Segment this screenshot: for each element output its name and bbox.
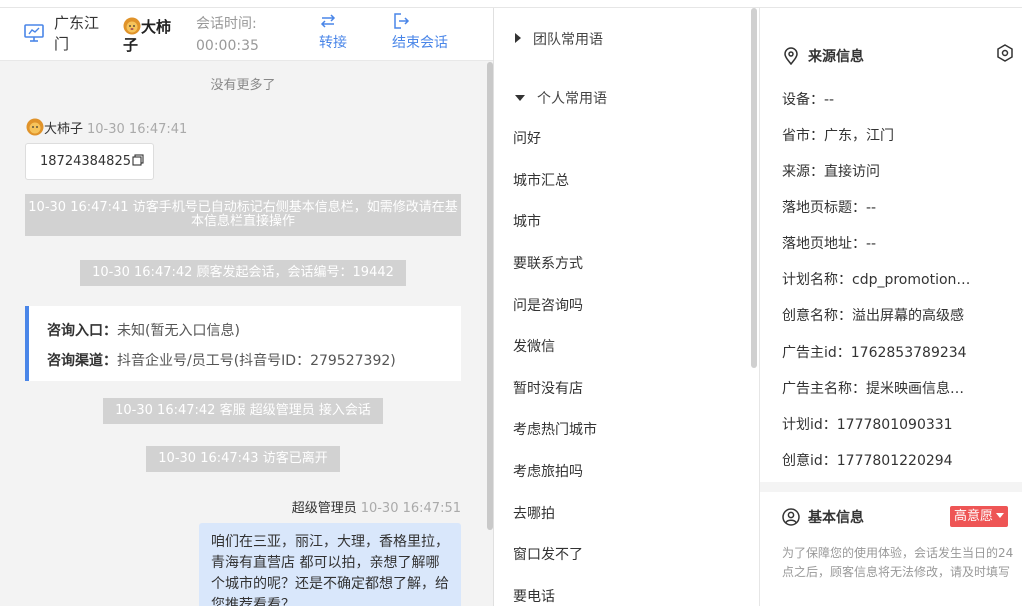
source-info-row: 创意名称：溢出屏幕的高级感	[782, 308, 964, 324]
entry-value: 未知(暂无入口信息)	[117, 323, 240, 339]
phrase-item[interactable]: 考虑旅拍吗	[513, 461, 583, 481]
phrase-item[interactable]: 考虑热门城市	[513, 419, 597, 439]
source-info-row: 计划名称：cdp_promotion_ad	[782, 272, 972, 288]
intent-level-label: 高意愿	[954, 509, 994, 524]
entry-label: 咨询入口：	[47, 323, 117, 339]
source-info-title: 来源信息	[782, 46, 864, 66]
basic-info-title-text: 基本信息	[808, 510, 864, 526]
agent-message-bubble: 咱们在三亚，丽江，大理，香格里拉，青海有直营店 都可以拍，亲想了解哪个城市的呢？…	[199, 523, 461, 606]
phrase-item[interactable]: 问是咨询吗	[513, 295, 583, 315]
system-message-row: 10-30 16:47:43 访客已离开	[0, 446, 486, 472]
personal-phrases-label: 个人常用语	[537, 91, 607, 107]
transfer-label: 转接	[319, 35, 347, 51]
channel-value: 抖音企业号/员工号(抖音号ID：279527392)	[117, 353, 396, 369]
end-session-button[interactable]: 结束会话	[392, 12, 448, 54]
source-info-row: 创意id：1777801220294	[782, 453, 953, 469]
entry-info-card: 咨询入口：未知(暂无入口信息) 咨询渠道：抖音企业号/员工号(抖音号ID：279…	[25, 306, 461, 381]
agent-message-time: 10-30 16:47:51	[360, 501, 461, 516]
system-message-session-start: 10-30 16:47:42 顾客发起会话，会话编号：19442	[80, 260, 406, 286]
source-info-row: 落地页地址：--	[782, 236, 877, 252]
session-time-value: 00:00:35	[196, 38, 259, 54]
dropdown-arrow-icon	[996, 513, 1005, 518]
channel-label: 咨询渠道：	[47, 353, 117, 369]
source-info-row: 广告主名称：提米映画信息技术	[782, 381, 972, 397]
message-list[interactable]: 没有更多了 大柿子 10-30 16:47:41 18724384825 10-3…	[0, 62, 493, 606]
chat-scrollbar[interactable]	[487, 62, 493, 530]
visitor-message-meta: 大柿子 10-30 16:47:41	[26, 118, 187, 137]
lion-avatar-icon	[123, 17, 141, 35]
monitor-icon	[24, 24, 44, 42]
phrase-item[interactable]: 窗口发不了	[513, 544, 583, 564]
channel-row: 咨询渠道：抖音企业号/员工号(抖音号ID：279527392)	[47, 346, 461, 376]
source-info-title-text: 来源信息	[808, 49, 864, 65]
system-message-row: 10-30 16:47:42 客服 超级管理员 接入会话	[0, 398, 486, 424]
visitor-info-panel: 来源信息 设备：-- 省市：广东，江门 来源：直接访问 落地页标题：-- 落地页…	[760, 8, 1022, 606]
source-info-row: 落地页标题：--	[782, 200, 877, 216]
copy-icon[interactable]	[132, 154, 144, 166]
system-message-auto-mark: 10-30 16:47:41 访客手机号已自动标记右侧基本信息栏，如需修改请在基…	[25, 194, 461, 236]
system-message-visitor-left: 10-30 16:47:43 访客已离开	[146, 446, 340, 472]
visitor-name: 大柿子	[123, 17, 183, 54]
chat-panel: 广东江门 大柿子 会话时间: 00:00:35 转接 结束会话 没有更多了 大柿…	[0, 8, 494, 606]
source-info-row: 计划id：1777801090331	[782, 417, 953, 433]
basic-info-note: 为了保障您的使用体验，会话发生当日的24点之后，顾客信息将无法修改，请及时填写	[782, 546, 1014, 579]
lion-avatar-icon	[26, 118, 44, 136]
phrase-item[interactable]: 问好	[513, 128, 541, 148]
phone-number: 18724384825	[40, 154, 131, 169]
source-info-row: 广告主id：1762853789234	[782, 345, 967, 361]
team-phrases-group[interactable]: 团队常用语	[515, 29, 603, 49]
top-bar	[0, 0, 1022, 8]
location-pin-icon	[784, 47, 798, 66]
eye-icon[interactable]	[996, 44, 1014, 62]
caret-right-icon	[515, 33, 521, 43]
phrase-item[interactable]: 发微信	[513, 336, 555, 356]
system-message-row: 10-30 16:47:42 顾客发起会话，会话编号：19442	[0, 260, 486, 286]
chat-header: 广东江门 大柿子 会话时间: 00:00:35 转接 结束会话	[0, 8, 493, 61]
logout-icon	[394, 13, 410, 29]
basic-info-title: 基本信息	[782, 507, 864, 527]
end-session-label: 结束会话	[392, 35, 448, 51]
system-message-agent-join: 10-30 16:47:42 客服 超级管理员 接入会话	[103, 398, 383, 424]
personal-phrases-group[interactable]: 个人常用语	[515, 88, 607, 108]
section-divider	[760, 482, 1022, 492]
caret-down-icon	[515, 95, 525, 101]
transfer-icon	[320, 14, 336, 28]
phrase-item[interactable]: 要联系方式	[513, 253, 583, 273]
source-info-row: 省市：广东，江门	[782, 128, 894, 144]
session-time-label: 会话时间:	[196, 16, 257, 32]
no-more-text: 没有更多了	[210, 78, 276, 93]
chat-workspace: 广东江门 大柿子 会话时间: 00:00:35 转接 结束会话 没有更多了 大柿…	[0, 0, 1022, 606]
visitor-phone-bubble: 18724384825	[25, 143, 154, 180]
phrase-item[interactable]: 暂时没有店	[513, 378, 583, 398]
agent-name: 超级管理员	[291, 501, 357, 516]
user-circle-icon	[782, 508, 800, 526]
team-phrases-label: 团队常用语	[533, 32, 603, 48]
entry-row: 咨询入口：未知(暂无入口信息)	[47, 316, 461, 346]
visitor-message-name: 大柿子	[44, 122, 84, 137]
quick-phrases-panel: 团队常用语 个人常用语 问好 城市汇总 城市 要联系方式 问是咨询吗 发微信 暂…	[495, 8, 760, 606]
transfer-button[interactable]: 转接	[319, 12, 347, 54]
source-info-row: 来源：直接访问	[782, 164, 880, 180]
phrase-item[interactable]: 去哪拍	[513, 503, 555, 523]
visitor-location: 广东江门	[54, 14, 100, 53]
session-time: 会话时间: 00:00:35	[196, 13, 259, 57]
phrase-item[interactable]: 城市	[513, 211, 541, 231]
phrase-item[interactable]: 要电话	[513, 586, 555, 606]
phrases-scrollbar[interactable]	[751, 8, 757, 368]
agent-message-meta: 超级管理员 10-30 16:47:51	[292, 497, 461, 516]
source-info-row: 设备：--	[782, 92, 835, 108]
visitor-message-time: 10-30 16:47:41	[87, 122, 188, 137]
phrase-item[interactable]: 城市汇总	[513, 170, 569, 190]
intent-level-dropdown[interactable]: 高意愿	[950, 506, 1009, 527]
